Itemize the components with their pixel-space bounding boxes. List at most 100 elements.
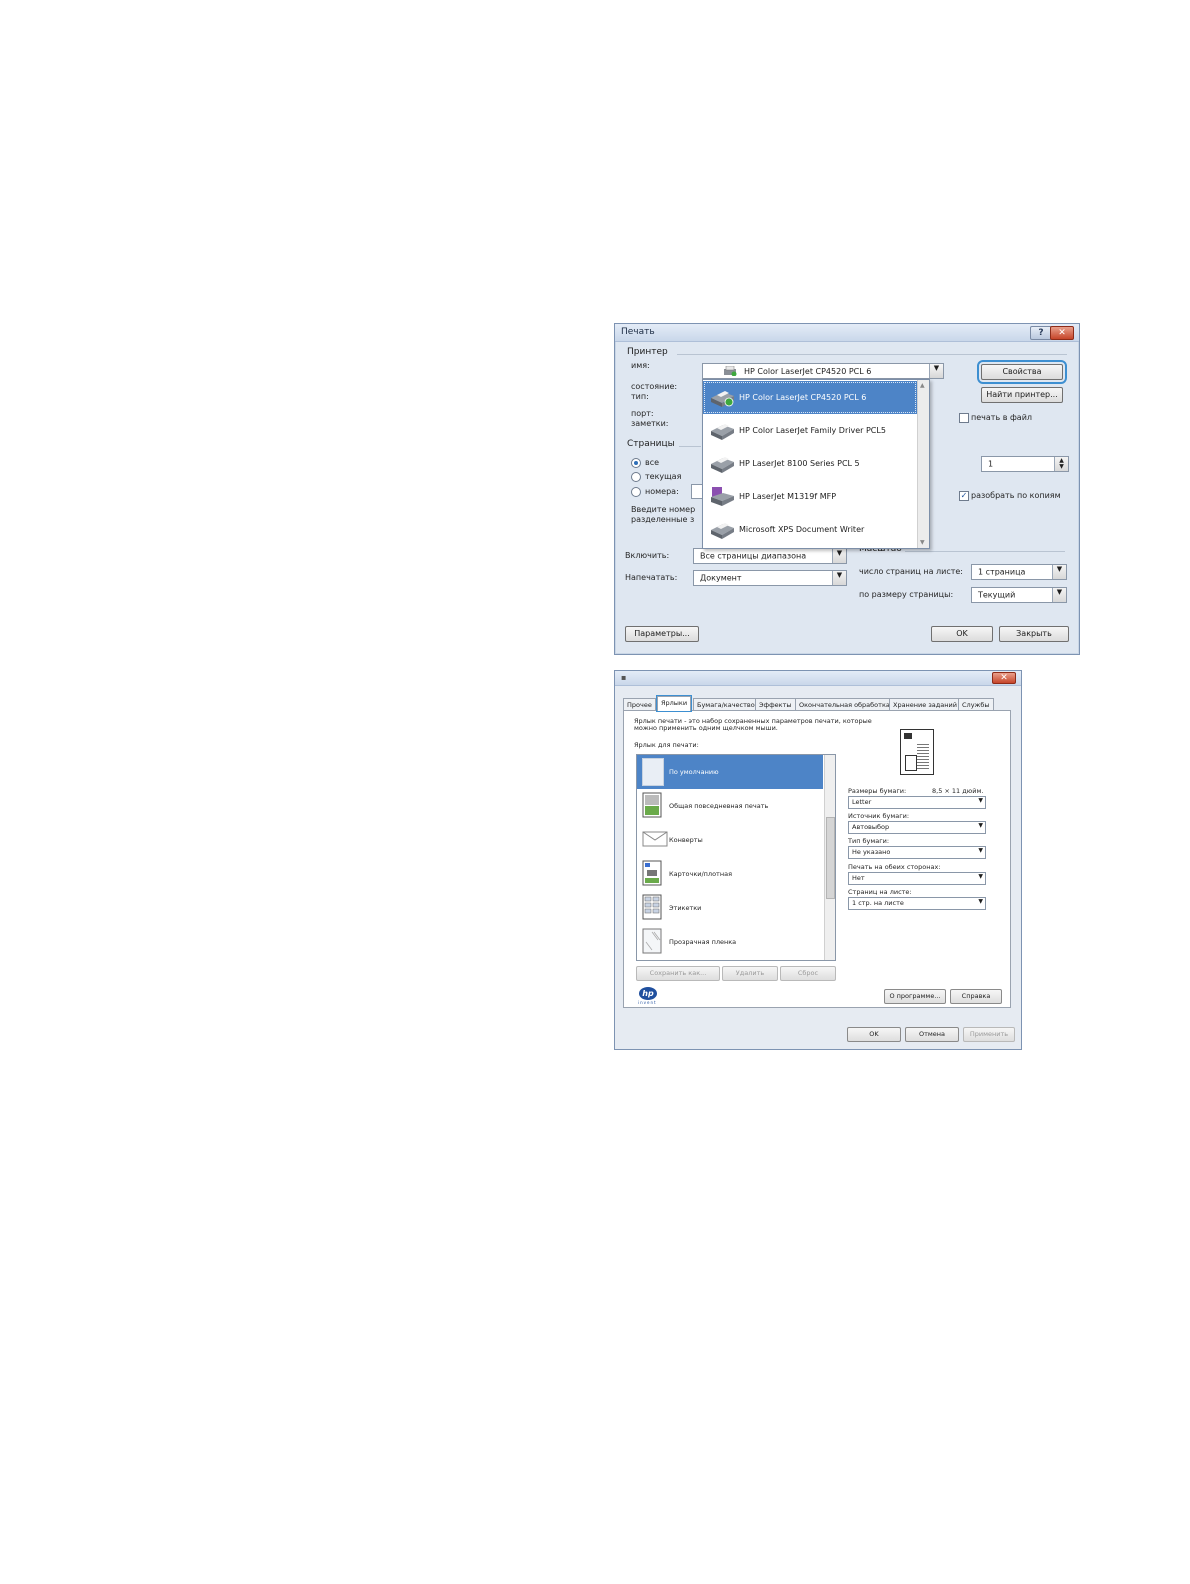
tab-shortcuts[interactable]: Ярлыки xyxy=(655,695,693,712)
close-icon[interactable]: ✕ xyxy=(1050,326,1074,340)
printer-option[interactable]: HP Color LaserJet Family Driver PCL5 xyxy=(703,414,917,447)
delete-button[interactable]: Удалить xyxy=(722,966,778,981)
shortcut-label: Карточки/плотная xyxy=(669,870,732,878)
ok-button[interactable]: OK xyxy=(847,1027,901,1042)
chevron-down-icon[interactable]: ▼ xyxy=(1052,565,1066,579)
radio-current[interactable] xyxy=(631,472,641,482)
paper-source-combo[interactable]: Автовыбор ▼ xyxy=(848,821,986,834)
hp-logo: hp invent xyxy=(638,987,657,1005)
chevron-down-icon[interactable]: ▼ xyxy=(978,873,983,880)
options-button[interactable]: Параметры... xyxy=(625,626,699,642)
paper-size-combo[interactable]: Letter ▼ xyxy=(848,796,986,809)
shortcut-item[interactable]: Прозрачная пленка xyxy=(637,925,823,959)
printer-option[interactable]: HP Color LaserJet CP4520 PCL 6 xyxy=(703,381,917,414)
help-icon[interactable]: ? xyxy=(1030,326,1052,340)
close-button[interactable]: Закрыть xyxy=(999,626,1069,642)
radio-all[interactable] xyxy=(631,458,641,468)
transparency-icon xyxy=(642,928,662,954)
collate-label: разобрать по копиям xyxy=(971,491,1061,500)
shortcut-item[interactable]: Этикетки xyxy=(637,891,823,925)
print-to-file-checkbox[interactable] xyxy=(959,413,969,423)
radio-current-label: текущая xyxy=(645,472,682,481)
printer-properties-dialog: ▪ ✕ Прочее Ярлыки Бумага/качество Эффект… xyxy=(614,670,1022,1050)
shortcut-label: Этикетки xyxy=(669,904,702,912)
paper-size-value: Letter xyxy=(852,798,872,806)
printer-dropdown-list[interactable]: ▲ ▼ HP Color LaserJet CP4520 PCL 6 HP Co… xyxy=(702,379,930,549)
collate-checkbox[interactable]: ✓ xyxy=(959,491,969,501)
paper-size-label: Размеры бумаги: xyxy=(848,787,907,795)
chevron-down-icon[interactable]: ▼ xyxy=(978,797,983,804)
scrollbar[interactable] xyxy=(824,755,835,960)
dialog-title: Печать xyxy=(621,327,655,337)
printer-name-combo[interactable]: HP Color LaserJet CP4520 PCL 6 ▼ xyxy=(702,363,944,379)
print-what-combo[interactable]: Документ ▼ xyxy=(693,570,847,586)
include-label: Включить: xyxy=(625,551,670,560)
blank-page-icon xyxy=(642,758,664,786)
title-bar: ▪ ✕ xyxy=(615,671,1021,686)
printer-name-value: HP Color LaserJet CP4520 PCL 6 xyxy=(744,367,872,376)
shortcut-item[interactable]: По умолчанию xyxy=(637,755,823,789)
scrollbar[interactable]: ▲ ▼ xyxy=(917,380,929,548)
pages-per-sheet-combo[interactable]: 1 стр. на листе ▼ xyxy=(848,897,986,910)
scroll-up-icon[interactable]: ▲ xyxy=(920,382,925,389)
chevron-down-icon[interactable]: ▼ xyxy=(832,549,846,563)
help-button[interactable]: Справка xyxy=(950,989,1002,1004)
name-label: имя: xyxy=(631,361,650,370)
chevron-down-icon[interactable]: ▼ xyxy=(1052,588,1066,602)
find-printer-button[interactable]: Найти принтер... xyxy=(981,387,1063,403)
save-as-button[interactable]: Сохранить как... xyxy=(636,966,720,981)
chevron-down-icon[interactable]: ▼ xyxy=(978,847,983,854)
status-label: состояние: xyxy=(631,382,678,391)
properties-button[interactable]: Свойства xyxy=(977,360,1067,384)
shortcut-item[interactable]: Конверты xyxy=(637,823,823,857)
printer-option-label: Microsoft XPS Document Writer xyxy=(739,525,865,534)
fit-combo[interactable]: Текущий ▼ xyxy=(971,587,1067,603)
printer-option[interactable]: Microsoft XPS Document Writer xyxy=(703,513,917,546)
print-what-value: Документ xyxy=(700,573,742,583)
shortcuts-label: Ярлык для печати: xyxy=(634,741,699,749)
printer-option[interactable]: HP LaserJet 8100 Series PCL 5 xyxy=(703,447,917,480)
shortcut-label: Прозрачная пленка xyxy=(669,938,737,946)
scroll-down-icon[interactable]: ▼ xyxy=(920,539,925,546)
shortcut-list[interactable]: По умолчанию Общая повседневная печать К… xyxy=(636,754,836,961)
apply-button[interactable]: Применить xyxy=(963,1027,1015,1042)
hint-line-1: Введите номер xyxy=(631,505,696,514)
copies-spinner[interactable]: 1 ▲ ▼ xyxy=(981,456,1069,472)
ok-button[interactable]: OK xyxy=(931,626,993,642)
close-icon[interactable]: ✕ xyxy=(992,672,1016,684)
duplex-combo[interactable]: Нет ▼ xyxy=(848,872,986,885)
printer-small-icon xyxy=(723,365,737,378)
shortcut-item[interactable]: Общая повседневная печать xyxy=(637,789,823,823)
cardstock-icon xyxy=(642,860,662,886)
shortcut-item[interactable]: Карточки/плотная xyxy=(637,857,823,891)
radio-all-label: все xyxy=(645,458,660,467)
shortcut-label: Общая повседневная печать xyxy=(669,802,769,810)
scrollbar-thumb[interactable] xyxy=(826,817,835,899)
chevron-down-icon[interactable]: ▼ xyxy=(832,571,846,585)
mfp-printer-icon xyxy=(709,485,735,507)
printer-option[interactable]: HP LaserJet M1319f MFP xyxy=(703,480,917,513)
pages-per-sheet-value: 1 стр. на листе xyxy=(852,899,904,907)
printer-icon xyxy=(709,452,735,474)
about-button[interactable]: О программе... xyxy=(884,989,946,1004)
pages-per-sheet-combo[interactable]: 1 страница ▼ xyxy=(971,564,1067,580)
copies-value: 1 xyxy=(988,459,994,469)
spinner-arrows-icon[interactable]: ▲ ▼ xyxy=(1054,457,1068,471)
chevron-down-icon[interactable]: ▼ xyxy=(978,822,983,829)
reset-button[interactable]: Сброс xyxy=(780,966,836,981)
shortcut-label: Конверты xyxy=(669,836,703,844)
paper-type-combo[interactable]: Не указано ▼ xyxy=(848,846,986,859)
notes-label: заметки: xyxy=(631,419,669,428)
include-combo[interactable]: Все страницы диапазона ▼ xyxy=(693,548,847,564)
duplex-value: Нет xyxy=(852,874,865,882)
printer-icon xyxy=(709,419,735,441)
labels-icon xyxy=(642,894,662,920)
chevron-down-icon[interactable]: ▼ xyxy=(929,364,943,378)
pages-group-label: Страницы xyxy=(627,439,675,449)
cancel-button[interactable]: Отмена xyxy=(905,1027,959,1042)
divider xyxy=(679,446,701,447)
chevron-down-icon[interactable]: ▼ xyxy=(978,898,983,905)
pages-per-sheet-label: число страниц на листе: xyxy=(859,567,963,576)
radio-numbers[interactable] xyxy=(631,487,641,497)
paper-type-value: Не указано xyxy=(852,848,891,856)
